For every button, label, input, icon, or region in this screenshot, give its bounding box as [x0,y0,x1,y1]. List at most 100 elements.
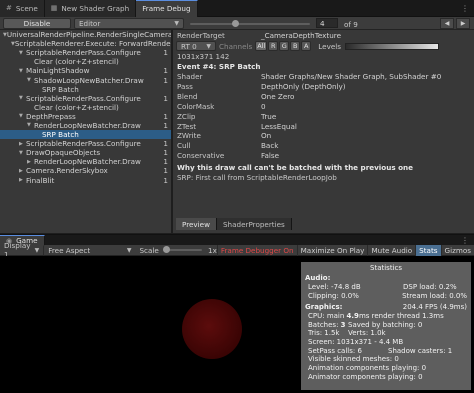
expanded-arrow-icon[interactable]: ▼ [19,150,26,156]
batch-reason-title: Why this draw call can't be batched with… [177,163,414,173]
tab-shader-properties[interactable]: ShaderProperties [216,218,292,230]
event-tree-item[interactable]: ▼ DepthPrepass 1 [0,112,171,121]
batches-value: 3 [340,320,346,329]
property-value: One Zero [261,91,295,101]
display-dropdown[interactable]: Display 1 ▼ [0,241,43,259]
property-row: ZWrite On [173,131,474,141]
rt-dropdown[interactable]: RT 0 ▼ [176,41,216,52]
frame-debugger-on-button[interactable]: Frame Debugger On [216,244,297,256]
expanded-arrow-icon[interactable]: ▼ [19,68,26,74]
event-tree-item[interactable]: Clear (color+Z+stencil) [0,57,171,66]
property-row: Blend One Zero [173,91,474,101]
event-tree-item[interactable]: Clear (color+Z+stencil) [0,103,171,112]
event-tree-item[interactable]: ▼ ShadowLoopNewBatcher.Draw 1 [0,75,171,85]
event-tree-item[interactable]: ▶ RenderLoopNewBatcher.Draw 1 [0,157,171,166]
next-frame-button[interactable]: ▶ [456,18,470,29]
channel-b-button[interactable]: B [290,41,301,52]
channel-all-button[interactable]: All [255,41,268,52]
collapsed-arrow-icon[interactable]: ▶ [19,168,26,174]
property-row: Pass DepthOnly (DepthOnly) [173,82,474,92]
event-tree-item-label: RenderLoopNewBatcher.Draw [34,157,141,167]
event-draw-count: 1 [163,93,168,103]
event-tree-item-label: ScriptableRenderPass.Configure [26,139,141,149]
property-key: Blend [177,91,198,101]
chevron-right-icon: ▶ [460,20,466,27]
event-draw-count: 1 [163,148,168,158]
mode-dropdown[interactable]: Editor ▼ [74,18,184,29]
setpass-calls: SetPass calls: 6 [308,346,362,355]
property-value: Back [261,141,279,151]
window-tab-bar: # Scene ▦ New Shader Graph Frame Debug ⋮ [0,0,474,17]
frame-debug-toolbar: Disable Editor ▼ 4 of 9 ◀ ▶ [0,17,474,30]
maximize-on-play-button[interactable]: Maximize On Play [296,244,368,256]
scale-slider-handle[interactable] [162,246,170,253]
expanded-arrow-icon[interactable]: ▼ [19,95,26,101]
collapsed-arrow-icon[interactable]: ▶ [19,141,26,147]
tab-scene[interactable]: # Scene [0,0,45,17]
event-tree-item[interactable]: ▼ ScriptableRenderPass.Configure 1 [0,48,171,57]
stream-load: Stream load: 0.0% [402,291,467,300]
event-draw-count: 1 [163,48,168,58]
event-tree-item[interactable]: ▼ ScriptableRenderer.Execute: ForwardRend… [0,39,171,48]
collapsed-arrow-icon[interactable]: ▶ [19,177,26,183]
property-row: ColorMask 0 [173,101,474,111]
expanded-arrow-icon[interactable]: ▼ [27,122,34,128]
tab-preview[interactable]: Preview [176,218,217,230]
expanded-arrow-icon[interactable]: ▼ [19,113,26,119]
channel-r-button[interactable]: R [268,41,279,52]
levels-range-slider[interactable] [344,42,439,50]
tab-shader-graph[interactable]: ▦ New Shader Graph [44,0,137,17]
more-options-icon[interactable]: ⋮ [461,4,474,13]
graph-icon: ▦ [50,4,58,12]
frame-index-field[interactable]: 4 [316,18,338,28]
chevron-left-icon: ◀ [444,20,450,27]
event-tree-item-label: ScriptableRenderer.Execute: ForwardRende… [14,39,172,49]
mode-dropdown-value: Editor [79,19,101,28]
cpu-main-value: 4.9 [346,311,359,320]
stats-button[interactable]: Stats [415,244,441,256]
game-toolbar: Display 1 ▼ Free Aspect ▼ Scale 1x Frame… [0,241,474,259]
disable-button[interactable]: Disable [3,18,71,29]
channel-a-button[interactable]: A [301,41,312,52]
chevron-down-icon: ▼ [126,246,132,254]
collapsed-arrow-icon[interactable]: ▶ [27,159,34,165]
audio-title: Audio: [305,274,331,282]
tab-frame-debug-label: Frame Debug [142,4,191,13]
event-tree-item[interactable]: ▼ UniversalRenderPipeline.RenderSingleCam… [0,30,171,39]
game-toolbar-buttons: Frame Debugger On Maximize On Play Mute Au… [216,244,474,256]
event-tree-item[interactable]: SRP Batch [0,85,171,94]
event-tree-item[interactable]: ▶ FinalBlit 1 [0,176,171,185]
event-tree-item[interactable]: ▼ MainLightShadow 1 [0,66,171,75]
event-tree-item[interactable]: ▼ DrawOpaqueObjects 1 [0,148,171,157]
channel-g-button[interactable]: G [279,41,290,52]
event-draw-count: 1 [163,166,168,176]
scale-slider[interactable] [162,246,203,253]
event-tree-item-label: DepthPrepass [26,111,76,121]
gizmos-button[interactable]: Gizmos [440,244,474,256]
property-value: 0 [261,101,266,111]
event-tree-item[interactable]: ▶ ScriptableRenderPass.Configure 1 [0,139,171,148]
event-draw-count: 1 [163,139,168,149]
aspect-dropdown[interactable]: Free Aspect ▼ [43,244,135,256]
expanded-arrow-icon[interactable]: ▼ [19,50,26,56]
property-row: Shader Shader Graphs/New Shader Graph, Su… [173,72,474,82]
frame-slider[interactable] [190,20,310,27]
event-tree-item[interactable]: ▶ Camera.RenderSkybox 1 [0,166,171,175]
frame-slider-handle[interactable] [232,20,239,27]
event-tree-item-label: ScriptableRenderPass.Configure [26,48,141,58]
expanded-arrow-icon[interactable]: ▼ [27,77,34,83]
event-draw-count: 1 [163,75,168,85]
more-options-icon[interactable]: ⋮ [461,236,474,245]
event-tree-item-label: ShadowLoopNewBatcher.Draw [34,75,144,85]
event-tree-item[interactable]: ▼ RenderLoopNewBatcher.Draw 1 [0,121,171,130]
property-key: Cull [177,141,191,151]
event-draw-count: 1 [163,175,168,185]
event-details-panel: RenderTarget _CameraDepthTexture RT 0 ▼ … [173,30,474,233]
prev-frame-button[interactable]: ◀ [440,18,454,29]
event-tree-item[interactable]: SRP Batch [0,130,171,140]
tab-frame-debug[interactable]: Frame Debug [136,0,198,17]
render-target-label: RenderTarget [177,31,225,41]
event-tree-item[interactable]: ▼ ScriptableRenderPass.Configure 1 [0,94,171,103]
mute-audio-button[interactable]: Mute Audio [367,244,415,256]
property-row: ZTest LessEqual [173,121,474,131]
